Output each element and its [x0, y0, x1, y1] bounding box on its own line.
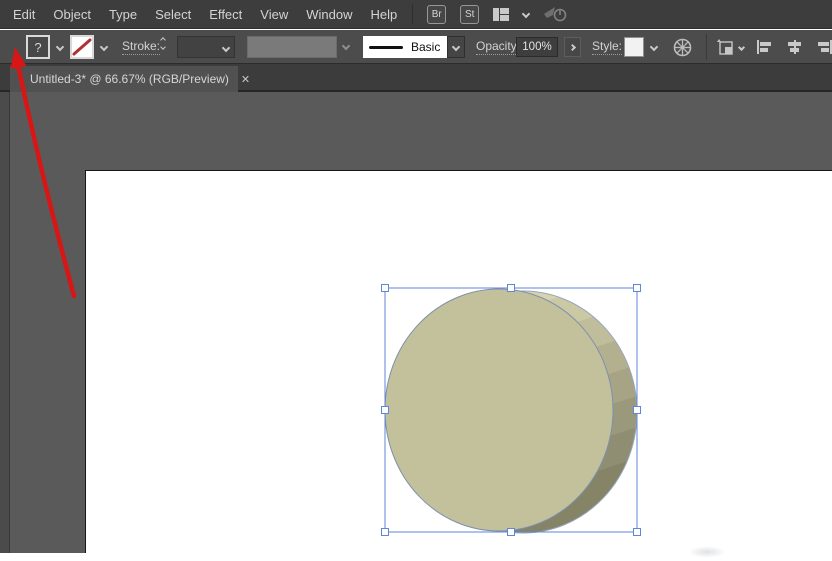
handle-top-left[interactable] [381, 284, 389, 292]
brush-definition-dropdown[interactable]: Basic [363, 36, 465, 58]
workspace-chevron-down-icon[interactable] [521, 9, 531, 19]
style-chevron-down-icon[interactable] [647, 40, 661, 54]
brush-preview: Basic [363, 36, 447, 58]
illustrator-window: File Edit Object Type Select Effect View… [0, 0, 832, 561]
handle-bottom-right[interactable] [633, 528, 641, 536]
brush-stroke-preview-icon [369, 45, 403, 49]
variable-width-profile-dropdown [247, 36, 337, 58]
brush-chevron-down-icon[interactable] [447, 36, 465, 58]
opacity-input[interactable]: 100% [516, 37, 558, 57]
shape-front-face[interactable] [384, 288, 614, 532]
align-right-icon[interactable] [815, 40, 832, 54]
menu-type[interactable]: Type [100, 0, 146, 28]
artwork-layer [381, 284, 641, 536]
menubar-divider [412, 4, 414, 24]
canvas-area[interactable] [0, 92, 832, 553]
menu-object[interactable]: Object [44, 0, 100, 28]
tab-close-icon[interactable]: ✕ [241, 73, 250, 86]
menu-items: File Edit Object Type Select Effect View… [0, 0, 406, 28]
controlbar-divider [706, 34, 707, 60]
control-bar: ? Stroke: Basic Opacity: 100% Style: [0, 30, 832, 64]
menu-window[interactable]: Window [297, 0, 361, 28]
stroke-swatch[interactable] [70, 35, 94, 59]
menu-view[interactable]: View [251, 0, 297, 28]
fill-unknown-mark: ? [34, 39, 42, 55]
align-left-icon[interactable] [757, 40, 774, 54]
align-center-icon[interactable] [786, 40, 803, 54]
menu-edit[interactable]: Edit [4, 0, 44, 28]
brush-name: Basic [411, 40, 441, 54]
none-stroke-icon [72, 38, 92, 56]
document-tab[interactable]: Untitled-3* @ 66.67% (RGB/Preview) ✕ [10, 66, 250, 92]
stroke-weight-stepper[interactable] [160, 37, 166, 50]
menu-select[interactable]: Select [146, 0, 200, 28]
handle-mid-left[interactable] [381, 406, 389, 414]
handle-bottom-left[interactable] [381, 528, 389, 536]
bridge-button[interactable]: Br [427, 4, 447, 24]
isolate-object-icon[interactable] [716, 38, 736, 57]
handle-top-center[interactable] [507, 284, 515, 292]
handle-bottom-center[interactable] [507, 528, 515, 536]
stroke-weight-dropdown[interactable] [177, 36, 235, 58]
stock-button[interactable]: St [460, 4, 480, 24]
recolor-artwork-icon[interactable] [673, 38, 692, 57]
workspace-switcher-icon[interactable] [493, 7, 510, 21]
style-swatch[interactable] [624, 37, 644, 57]
fill-swatch[interactable]: ? [26, 35, 50, 59]
opacity-expand-button[interactable] [564, 37, 581, 57]
share-icon[interactable] [543, 5, 569, 23]
profile-chevron-down-icon [341, 41, 351, 51]
document-tab-bar: Untitled-3* @ 66.67% (RGB/Preview) ✕ [0, 64, 832, 92]
stroke-chevron-down-icon[interactable] [97, 40, 111, 54]
opacity-label[interactable]: Opacity: [476, 39, 521, 55]
fill-chevron-down-icon[interactable] [53, 40, 67, 54]
style-label[interactable]: Style: [592, 39, 623, 55]
handle-mid-right[interactable] [633, 406, 641, 414]
menubar-app-buttons: Br St [427, 4, 569, 24]
faint-artifact [688, 546, 726, 558]
isolate-chevron-down-icon[interactable] [737, 43, 746, 52]
document-title: Untitled-3* @ 66.67% (RGB/Preview) [30, 72, 229, 86]
menu-bar: File Edit Object Type Select Effect View… [0, 0, 832, 29]
menu-help[interactable]: Help [361, 0, 406, 28]
stroke-weight-label[interactable]: Stroke: [122, 39, 161, 55]
handle-top-right[interactable] [633, 284, 641, 292]
menu-effect[interactable]: Effect [200, 0, 251, 28]
